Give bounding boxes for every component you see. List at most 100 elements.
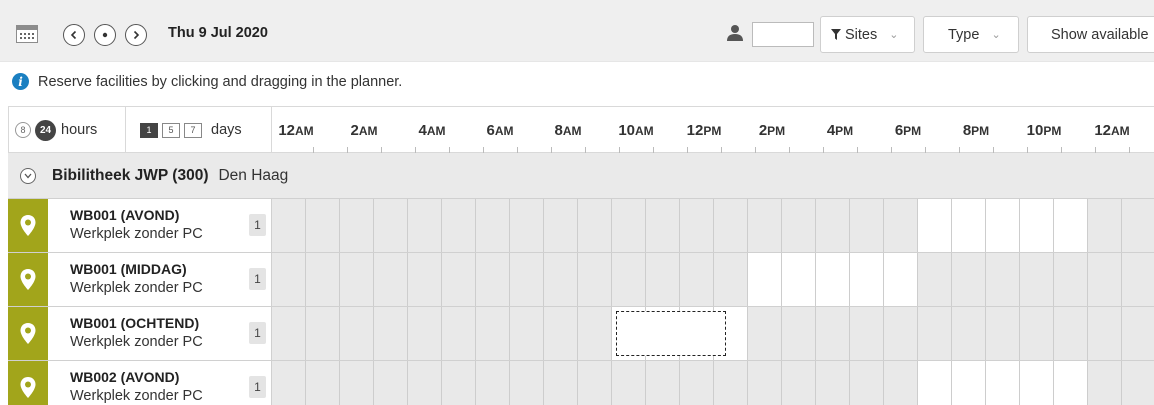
time-slot[interactable] <box>510 199 544 252</box>
time-slot[interactable] <box>272 253 306 306</box>
time-slot[interactable] <box>748 253 782 306</box>
time-slot[interactable] <box>986 253 1020 306</box>
time-slot[interactable] <box>374 253 408 306</box>
time-slots[interactable] <box>272 307 1154 360</box>
time-slot[interactable] <box>782 361 816 405</box>
time-slot[interactable] <box>782 253 816 306</box>
time-slot[interactable] <box>952 253 986 306</box>
time-slot[interactable] <box>340 361 374 405</box>
time-slot[interactable] <box>306 199 340 252</box>
time-slot[interactable] <box>1054 253 1088 306</box>
time-slot[interactable] <box>850 253 884 306</box>
time-slot[interactable] <box>510 253 544 306</box>
show-available-button[interactable]: Show available <box>1027 16 1154 53</box>
time-slot[interactable] <box>544 199 578 252</box>
location-pin-icon[interactable] <box>8 199 48 252</box>
time-slot[interactable] <box>340 307 374 360</box>
time-slots[interactable] <box>272 199 1154 252</box>
time-slot[interactable] <box>306 361 340 405</box>
time-slot[interactable] <box>578 307 612 360</box>
time-slot[interactable] <box>1020 307 1054 360</box>
time-slot[interactable] <box>816 361 850 405</box>
time-slot[interactable] <box>476 361 510 405</box>
time-slot[interactable] <box>748 361 782 405</box>
time-slot[interactable] <box>986 307 1020 360</box>
time-slot[interactable] <box>272 199 306 252</box>
time-slot[interactable] <box>578 253 612 306</box>
time-slot[interactable] <box>952 307 986 360</box>
time-slot[interactable] <box>1054 307 1088 360</box>
time-slot[interactable] <box>1122 253 1154 306</box>
time-slot[interactable] <box>646 361 680 405</box>
resource-info[interactable]: WB002 (AVOND) Werkplek zonder PC 1 <box>48 361 272 405</box>
time-slot[interactable] <box>850 361 884 405</box>
time-slot[interactable] <box>476 307 510 360</box>
time-slot[interactable] <box>544 361 578 405</box>
time-slot[interactable] <box>1088 307 1122 360</box>
time-slot[interactable] <box>884 199 918 252</box>
time-slot[interactable] <box>306 307 340 360</box>
time-slot[interactable] <box>918 199 952 252</box>
time-slot[interactable] <box>884 307 918 360</box>
time-slot[interactable] <box>646 199 680 252</box>
time-slot[interactable] <box>748 307 782 360</box>
site-group-row[interactable]: Bibilitheek JWP (300) Den Haag <box>8 153 1154 199</box>
time-slot[interactable] <box>510 361 544 405</box>
time-slot[interactable] <box>340 199 374 252</box>
time-slot[interactable] <box>680 253 714 306</box>
calendar-icon[interactable] <box>16 25 38 43</box>
selection-box[interactable] <box>616 311 726 356</box>
time-slot[interactable] <box>714 361 748 405</box>
time-slot[interactable] <box>952 199 986 252</box>
time-slot[interactable] <box>918 361 952 405</box>
type-filter-button[interactable]: Type ⌄ <box>923 16 1019 53</box>
time-slot[interactable] <box>816 253 850 306</box>
time-slot[interactable] <box>714 253 748 306</box>
time-slot[interactable] <box>408 307 442 360</box>
time-slot[interactable] <box>1088 199 1122 252</box>
person-count-input[interactable] <box>752 22 814 47</box>
time-slot[interactable] <box>408 361 442 405</box>
hours-8-option[interactable]: 8 <box>15 122 31 138</box>
time-slot[interactable] <box>1122 307 1154 360</box>
next-day-button[interactable] <box>125 24 147 46</box>
time-slot[interactable] <box>782 307 816 360</box>
time-slot[interactable] <box>578 361 612 405</box>
time-slot[interactable] <box>918 253 952 306</box>
time-slot[interactable] <box>816 307 850 360</box>
location-pin-icon[interactable] <box>8 253 48 306</box>
time-slot[interactable] <box>306 253 340 306</box>
resource-info[interactable]: WB001 (OCHTEND) Werkplek zonder PC 1 <box>48 307 272 360</box>
time-slot[interactable] <box>612 199 646 252</box>
time-slot[interactable] <box>374 361 408 405</box>
time-slot[interactable] <box>442 199 476 252</box>
previous-day-button[interactable] <box>63 24 85 46</box>
time-slot[interactable] <box>476 253 510 306</box>
time-slot[interactable] <box>816 199 850 252</box>
days-5-option[interactable]: 5 <box>162 122 180 138</box>
time-slots[interactable] <box>272 253 1154 306</box>
time-slot[interactable] <box>884 361 918 405</box>
time-slot[interactable] <box>884 253 918 306</box>
time-slot[interactable] <box>1020 199 1054 252</box>
time-slot[interactable] <box>986 361 1020 405</box>
today-button[interactable] <box>94 24 116 46</box>
time-slot[interactable] <box>782 199 816 252</box>
location-pin-icon[interactable] <box>8 307 48 360</box>
time-slot[interactable] <box>850 307 884 360</box>
time-slot[interactable] <box>680 361 714 405</box>
time-slot[interactable] <box>442 361 476 405</box>
resource-info[interactable]: WB001 (AVOND) Werkplek zonder PC 1 <box>48 199 272 252</box>
time-slot[interactable] <box>374 307 408 360</box>
time-slot[interactable] <box>476 199 510 252</box>
time-slot[interactable] <box>510 307 544 360</box>
sites-filter-button[interactable]: Sites ⌄ <box>820 16 915 53</box>
time-slot[interactable] <box>408 253 442 306</box>
days-1-option[interactable]: 1 <box>140 122 158 138</box>
collapse-toggle-icon[interactable] <box>20 167 36 184</box>
time-slot[interactable] <box>748 199 782 252</box>
time-slot[interactable] <box>1088 253 1122 306</box>
current-date[interactable]: Thu 9 Jul 2020 <box>168 25 268 41</box>
resource-info[interactable]: WB001 (MIDDAG) Werkplek zonder PC 1 <box>48 253 272 306</box>
time-slot[interactable] <box>544 307 578 360</box>
